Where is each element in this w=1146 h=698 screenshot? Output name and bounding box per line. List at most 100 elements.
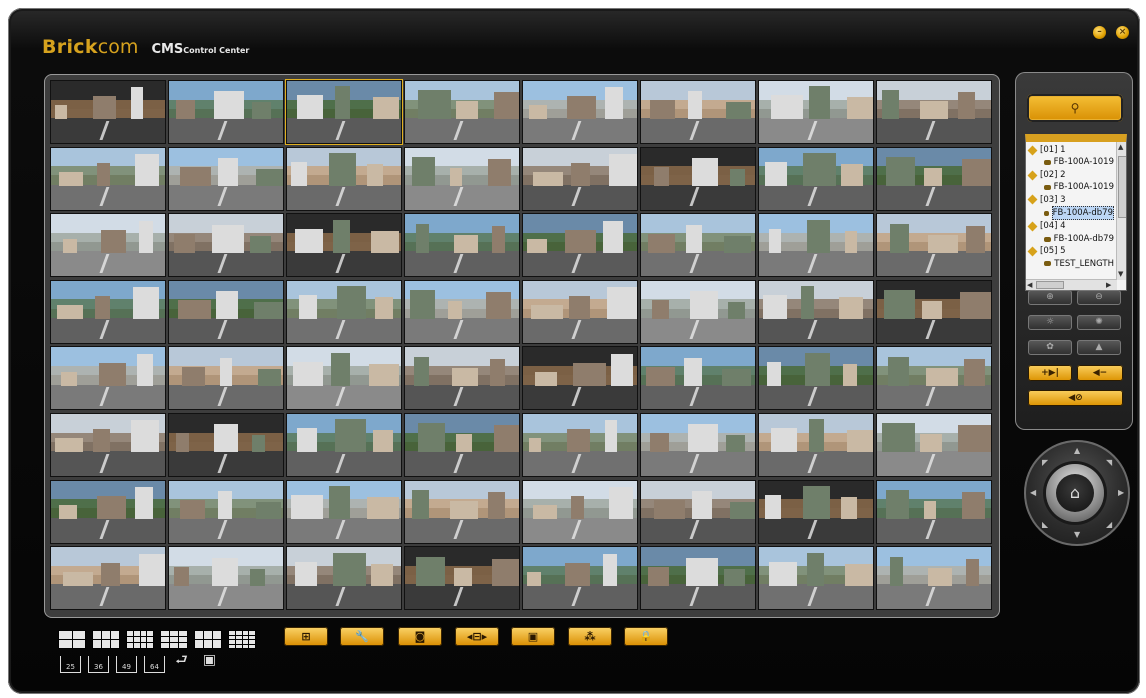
camera-tile[interactable] xyxy=(168,80,284,144)
camera-tile[interactable] xyxy=(758,479,874,544)
camera-tile[interactable] xyxy=(50,479,166,544)
camera-tile[interactable] xyxy=(758,80,874,144)
close-button[interactable]: × xyxy=(1116,26,1129,39)
scroll-right-arrow[interactable]: ▶ xyxy=(1106,281,1111,289)
camera-tile[interactable] xyxy=(758,279,874,344)
camera-tile[interactable] xyxy=(50,213,166,278)
layout-count-25-button[interactable]: 25 xyxy=(60,656,81,673)
ptz-downright-arrow[interactable]: ◢ xyxy=(1106,520,1112,529)
camera-tile[interactable] xyxy=(50,412,166,477)
camera-tile[interactable] xyxy=(404,412,520,477)
record-button[interactable]: ▣ xyxy=(511,627,555,646)
camera-tile[interactable] xyxy=(50,279,166,344)
camera-tile[interactable] xyxy=(50,146,166,211)
camera-tile[interactable] xyxy=(286,479,402,544)
add-view-button[interactable]: ⊞ xyxy=(284,627,328,646)
layout-4x3-button[interactable] xyxy=(126,630,154,649)
brightness-down-button[interactable]: ☼ xyxy=(1028,315,1072,330)
camera-tile[interactable] xyxy=(522,412,638,477)
camera-tile[interactable] xyxy=(522,213,638,278)
camera-tile[interactable] xyxy=(640,412,756,477)
camera-tile[interactable] xyxy=(286,412,402,477)
search-button[interactable]: ⚲ xyxy=(1027,94,1123,122)
ptz-left-arrow[interactable]: ◀ xyxy=(1030,488,1036,497)
camera-tile[interactable] xyxy=(876,213,992,278)
camera-tile[interactable] xyxy=(876,146,992,211)
camera-tile[interactable] xyxy=(876,279,992,344)
camera-tile[interactable] xyxy=(640,213,756,278)
camera-tile[interactable] xyxy=(404,546,520,611)
camera-tile[interactable] xyxy=(522,346,638,411)
camera-tile[interactable] xyxy=(876,412,992,477)
camera-tile[interactable] xyxy=(50,346,166,411)
layout-3x2-button[interactable] xyxy=(92,630,120,649)
camera-tile[interactable] xyxy=(640,546,756,611)
ptz-right-arrow[interactable]: ▶ xyxy=(1118,488,1124,497)
camera-tile[interactable] xyxy=(404,346,520,411)
layout-2x2-button[interactable] xyxy=(58,630,86,649)
camera-tile[interactable] xyxy=(522,279,638,344)
camera-tile[interactable] xyxy=(168,279,284,344)
scroll-thumb[interactable] xyxy=(1118,156,1126,218)
camera-tile[interactable] xyxy=(758,412,874,477)
camera-tile[interactable] xyxy=(404,80,520,144)
zoom-out-button[interactable]: ⊖ xyxy=(1077,290,1121,305)
scroll-up-arrow[interactable]: ▲ xyxy=(1118,143,1123,151)
camera-tile[interactable] xyxy=(168,546,284,611)
tree-group-item[interactable]: [05] 5 xyxy=(1027,245,1114,257)
tools-button[interactable]: ⁂ xyxy=(568,627,612,646)
focus-near-button[interactable]: ✿ xyxy=(1028,340,1072,355)
zoom-in-button[interactable]: ⊕ xyxy=(1028,290,1072,305)
camera-tile[interactable] xyxy=(286,146,402,211)
camera-tile[interactable] xyxy=(286,546,402,611)
camera-tile[interactable] xyxy=(168,412,284,477)
lock-button[interactable]: 🔒 xyxy=(624,627,668,646)
tree-group-item[interactable]: [01] 1 xyxy=(1027,144,1114,156)
brightness-up-button[interactable]: ✺ xyxy=(1077,315,1121,330)
layout-3x3-button[interactable] xyxy=(160,630,188,649)
camera-tile[interactable] xyxy=(404,279,520,344)
tree-group-item[interactable]: [03] 3 xyxy=(1027,194,1114,206)
layout-count-64-button[interactable]: 64 xyxy=(144,656,165,673)
camera-tile[interactable] xyxy=(758,346,874,411)
ptz-upleft-arrow[interactable]: ◤ xyxy=(1042,458,1048,467)
layout-3x2-button[interactable] xyxy=(194,630,222,649)
tree-group-item[interactable]: [02] 2 xyxy=(1027,169,1114,181)
camera-tile[interactable] xyxy=(286,279,402,344)
tree-device-item[interactable]: FB-100A-1019 xyxy=(1028,181,1114,193)
fullscreen-icon[interactable]: ▣ xyxy=(200,652,219,668)
camera-tile[interactable] xyxy=(522,546,638,611)
camera-tile[interactable] xyxy=(640,146,756,211)
camera-tile[interactable] xyxy=(876,479,992,544)
camera-tile[interactable] xyxy=(758,146,874,211)
layout-toggle-button[interactable]: ◂⊟▸ xyxy=(455,627,499,646)
tree-horizontal-scrollbar[interactable]: ◀ ▶ xyxy=(1026,279,1117,290)
settings-button[interactable]: 🔧 xyxy=(340,627,384,646)
scroll-thumb[interactable] xyxy=(1036,281,1064,289)
camera-tile[interactable] xyxy=(168,346,284,411)
camera-tile[interactable] xyxy=(50,80,166,144)
camera-tile[interactable] xyxy=(522,80,638,144)
ptz-up-arrow[interactable]: ▲ xyxy=(1074,446,1080,455)
ptz-downleft-arrow[interactable]: ◣ xyxy=(1042,520,1048,529)
camera-tile[interactable] xyxy=(168,479,284,544)
camera-tile[interactable] xyxy=(640,80,756,144)
minimize-button[interactable]: – xyxy=(1093,26,1106,39)
camera-tile[interactable] xyxy=(522,146,638,211)
camera-tile[interactable] xyxy=(404,213,520,278)
camera-tile[interactable] xyxy=(640,479,756,544)
camera-tile[interactable] xyxy=(404,146,520,211)
camera-tile[interactable] xyxy=(640,346,756,411)
device-tree[interactable]: [01] 1 FB-100A-1019 [02] 2 FB-100A-1019 [03]… xyxy=(1025,134,1127,291)
tree-vertical-scrollbar[interactable]: ▲ ▼ xyxy=(1116,142,1126,280)
tree-device-item[interactable]: FB-100A-1019 xyxy=(1028,156,1114,168)
camera-tile[interactable] xyxy=(286,213,402,278)
camera-tile[interactable] xyxy=(168,213,284,278)
tree-device-item[interactable]: FB-100A-db79 xyxy=(1028,233,1114,245)
layout-count-36-button[interactable]: 36 xyxy=(88,656,109,673)
tree-device-item[interactable]: TEST_LENGTH xyxy=(1028,258,1114,270)
camera-tile[interactable] xyxy=(876,346,992,411)
scroll-left-arrow[interactable]: ◀ xyxy=(1027,281,1032,289)
tree-device-item[interactable]: FB-100A-db79 xyxy=(1028,206,1114,221)
layout-4x4-button[interactable] xyxy=(228,630,256,649)
